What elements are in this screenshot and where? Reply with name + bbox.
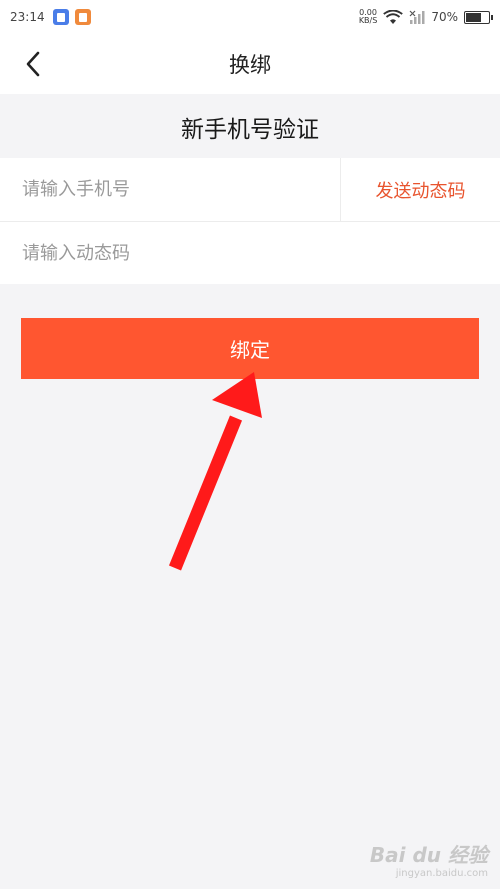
- network-speed: 0.00 KB/S: [359, 9, 378, 25]
- battery-icon: [464, 10, 493, 24]
- battery-percent: 70%: [431, 10, 458, 24]
- status-time: 23:14: [10, 10, 45, 24]
- shopping-app-icon: [74, 9, 91, 25]
- watermark: Bai du 经验 jingyan.baidu.com: [370, 839, 488, 879]
- page-title: 换绑: [229, 53, 271, 77]
- code-row: [0, 221, 500, 284]
- section-title: 新手机号验证: [181, 117, 319, 143]
- watermark-logo: Bai du 经验: [369, 843, 488, 867]
- back-button[interactable]: [18, 48, 48, 80]
- status-bar: 23:14 0.00 KB/S 70%: [0, 0, 500, 34]
- nav-bar: 换绑: [0, 34, 500, 94]
- verification-form: 发送动态码: [0, 158, 500, 284]
- chevron-left-icon: [26, 51, 40, 77]
- watermark-url: jingyan.baidu.com: [395, 868, 488, 879]
- phone-row: 发送动态码: [0, 158, 500, 221]
- notes-app-icon: [52, 9, 69, 25]
- code-input[interactable]: [0, 222, 500, 284]
- signal-icon: [409, 10, 425, 24]
- wifi-icon: [383, 9, 404, 24]
- phone-input[interactable]: [0, 158, 340, 221]
- status-indicators: 0.00 KB/S 70%: [359, 9, 493, 25]
- network-speed-unit: KB/S: [358, 16, 378, 25]
- send-code-button[interactable]: 发送动态码: [340, 158, 500, 221]
- bind-button[interactable]: 绑定: [21, 318, 479, 379]
